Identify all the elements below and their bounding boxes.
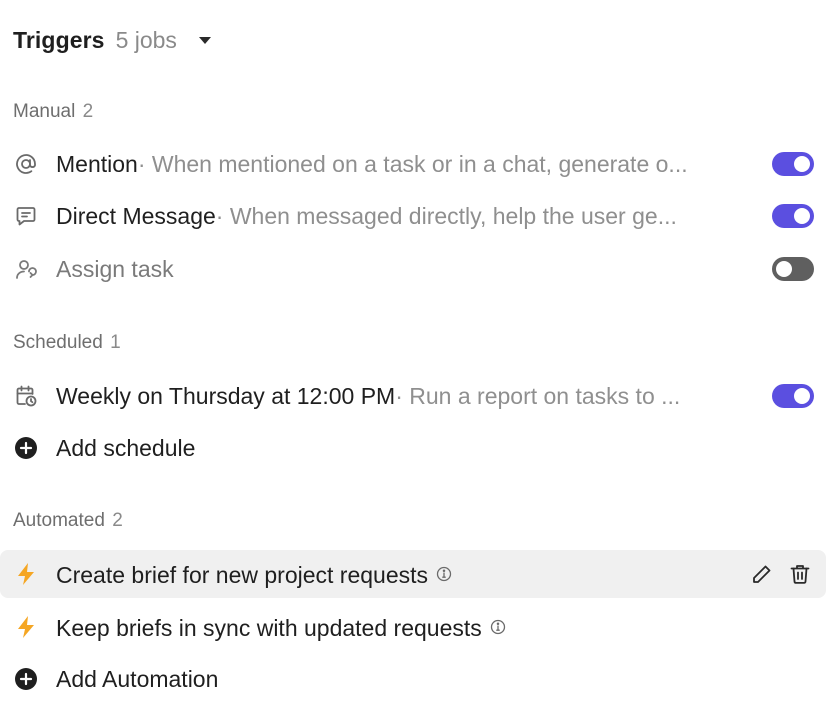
add-schedule-label-wrap: Add schedule (56, 433, 746, 463)
caret-down-icon[interactable] (198, 37, 211, 44)
lightning-icon (13, 561, 39, 587)
add-schedule-label: Add schedule (56, 435, 196, 461)
trigger-description: · Run a report on tasks to ... (395, 383, 681, 409)
enable-toggle[interactable] (772, 384, 814, 408)
section-title: Automated (13, 510, 105, 531)
section-label-scheduled: Scheduled 1 (13, 332, 121, 354)
automation-row-keep-briefs-in-sync[interactable]: Keep briefs in sync with updated request… (0, 603, 826, 651)
message-icon (13, 203, 39, 229)
triggers-title: Triggers (13, 26, 105, 53)
section-count: 1 (110, 332, 121, 353)
automation-text: Create brief for new project requests (56, 559, 746, 590)
trigger-row-mention[interactable]: Mention· When mentioned on a task or in … (0, 140, 826, 188)
enable-toggle[interactable] (772, 257, 814, 281)
trigger-text: Mention· When mentioned on a task or in … (56, 149, 746, 179)
section-title: Scheduled (13, 332, 103, 353)
trigger-name: Mention (56, 151, 138, 177)
trigger-description: · When mentioned on a task or in a chat,… (137, 151, 688, 177)
section-title: Manual (13, 101, 76, 122)
trigger-text: Assign task (56, 254, 746, 284)
assign-icon (13, 256, 39, 282)
toggle-knob (794, 208, 810, 224)
at-icon (13, 151, 39, 177)
trigger-text: Weekly on Thursday at 12:00 PM· Run a re… (56, 381, 746, 411)
automation-row-create-brief[interactable]: Create brief for new project requests (0, 550, 826, 598)
trigger-name: Weekly on Thursday at 12:00 PM (56, 383, 396, 409)
section-label-automated: Automated 2 (13, 510, 123, 532)
trigger-name: Assign task (56, 256, 174, 282)
lightning-icon (13, 614, 39, 640)
section-count: 2 (82, 101, 94, 122)
plus-circle-icon (13, 666, 39, 692)
automation-name: Keep briefs in sync with updated request… (56, 614, 482, 641)
trigger-text: Direct Message· When messaged directly, … (56, 201, 746, 231)
enable-toggle[interactable] (772, 204, 814, 228)
section-count: 2 (112, 510, 123, 531)
trigger-row-assign-task[interactable]: Assign task (0, 245, 826, 293)
calendar-clock-icon (13, 383, 39, 409)
row-actions (750, 562, 812, 586)
enable-toggle[interactable] (772, 152, 814, 176)
triggers-header: Triggers 5 jobs (13, 24, 211, 56)
jobs-count: 5 jobs (115, 26, 177, 53)
toggle-knob (776, 261, 792, 277)
pencil-icon[interactable] (750, 562, 774, 586)
info-icon[interactable] (436, 559, 452, 589)
add-automation-label: Add Automation (56, 666, 219, 692)
trigger-row-weekly-schedule[interactable]: Weekly on Thursday at 12:00 PM· Run a re… (0, 372, 826, 420)
trigger-description: · When messaged directly, help the user … (215, 203, 677, 229)
info-icon[interactable] (490, 612, 506, 642)
toggle-knob (794, 388, 810, 404)
trigger-name: Direct Message (56, 203, 216, 229)
add-automation-label-wrap: Add Automation (56, 664, 746, 694)
section-label-manual: Manual 2 (13, 101, 93, 123)
automation-name: Create brief for new project requests (56, 561, 429, 588)
automation-text: Keep briefs in sync with updated request… (56, 612, 746, 643)
trash-icon[interactable] (788, 562, 812, 586)
add-automation-button[interactable]: Add Automation (0, 655, 826, 703)
toggle-knob (794, 156, 810, 172)
plus-circle-icon (13, 435, 39, 461)
trigger-row-direct-message[interactable]: Direct Message· When messaged directly, … (0, 192, 826, 240)
add-schedule-button[interactable]: Add schedule (0, 424, 826, 472)
